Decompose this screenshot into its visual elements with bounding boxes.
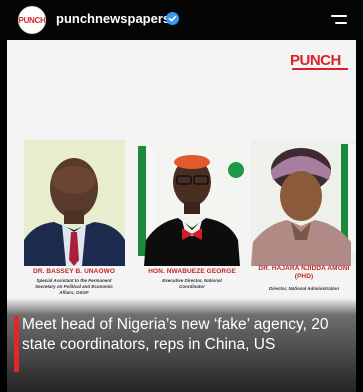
portrait-photo-3 — [251, 140, 356, 266]
portrait-photo-1 — [24, 140, 125, 266]
person-2-role: Executive Director, National Coordinator — [162, 278, 222, 289]
person-1-name: DR. BASSEY B. UNAOWO — [32, 268, 116, 275]
username[interactable]: punchnewspapers — [56, 11, 170, 26]
punch-logo: PUNCH — [290, 52, 350, 70]
portrait-photo-2 — [138, 140, 244, 266]
headline-accent-bar — [14, 316, 19, 372]
avatar-logo-text: PUNCH — [18, 15, 46, 25]
post-headline[interactable]: Meet head of Nigeria’s new ‘fake’ agency… — [22, 315, 352, 355]
verified-badge-icon — [166, 12, 179, 25]
hamburger-menu-icon[interactable] — [331, 13, 347, 27]
person-3-role: Director, National Administration — [268, 286, 340, 291]
person-1-role: Special Assistant to the Permanent Secre… — [35, 278, 113, 295]
person-2-name: HON. NWABUEZE GEORGE — [148, 268, 236, 275]
profile-avatar[interactable]: PUNCH — [18, 6, 46, 34]
post-header: PUNCH punchnewspapers — [0, 0, 363, 40]
person-3-name: DR. HAJARA NJIDDA AMONI (PHD) — [258, 265, 350, 280]
